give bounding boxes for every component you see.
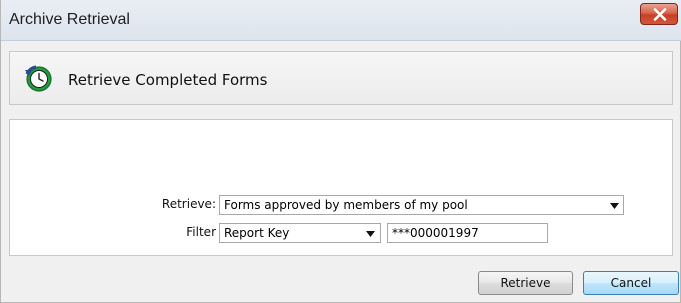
retrieve-select[interactable]: Forms approved by members of my pool (219, 195, 624, 215)
filter-select-value: Report Key (224, 226, 290, 240)
chevron-down-icon (610, 203, 619, 209)
close-button[interactable] (640, 3, 678, 25)
cancel-button[interactable]: Cancel (583, 271, 679, 295)
retrieve-archive-icon (25, 65, 52, 92)
close-icon (653, 8, 667, 21)
retrieve-button[interactable]: Retrieve (478, 271, 573, 295)
header-panel: Retrieve Completed Forms (9, 51, 673, 105)
window-title: Archive Retrieval (9, 11, 130, 28)
chevron-down-icon (366, 231, 375, 237)
header-title: Retrieve Completed Forms (68, 71, 268, 89)
filter-text-field[interactable] (387, 223, 548, 243)
title-bar[interactable]: Archive Retrieval (1, 0, 681, 41)
filter-select[interactable]: Report Key (219, 223, 381, 243)
retrieve-select-value: Forms approved by members of my pool (224, 198, 468, 212)
archive-retrieval-dialog: Archive Retrieval Retrieve Completed For… (0, 0, 681, 303)
content-panel: Retrieve: Forms approved by members of m… (9, 119, 673, 256)
retrieve-label: Retrieve: (161, 197, 216, 211)
filter-label: Filter (186, 225, 216, 239)
